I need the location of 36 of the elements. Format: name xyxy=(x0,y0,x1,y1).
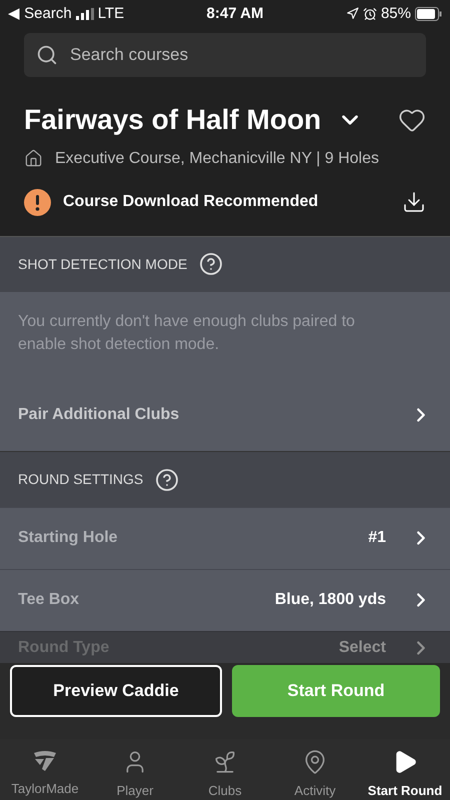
alarm-icon xyxy=(362,6,377,21)
signal-icon xyxy=(76,8,94,20)
setting-value: Blue, 1800 yds xyxy=(274,590,386,610)
tab-item[interactable]: TaylorMade xyxy=(0,738,90,800)
warning-icon xyxy=(24,188,51,216)
battery-label: 85% xyxy=(380,4,411,24)
download-icon[interactable] xyxy=(402,190,426,214)
tab-item[interactable]: Player xyxy=(90,738,180,800)
back-link[interactable]: ◀ Search xyxy=(8,2,72,26)
section-header: SHOT DETECTION MODE xyxy=(18,254,188,274)
network-label: LTE xyxy=(98,4,124,24)
home-icon xyxy=(24,149,43,168)
search-icon xyxy=(36,44,58,66)
tab-item[interactable]: Clubs xyxy=(180,738,270,800)
search-input[interactable]: Search courses xyxy=(70,42,414,68)
logo-icon xyxy=(32,748,58,772)
pair-clubs-row[interactable]: Pair Additional Clubs xyxy=(18,403,432,428)
tab-item[interactable]: Activity xyxy=(270,738,360,800)
tab-item[interactable]: Start Round xyxy=(360,738,450,800)
setting-row[interactable]: Starting Hole #1 xyxy=(0,507,450,569)
clock: 8:47 AM xyxy=(206,4,264,24)
setting-value: #1 xyxy=(368,528,386,548)
download-message: Course Download Recommended xyxy=(63,192,318,212)
setting-row[interactable]: Tee Box Blue, 1800 yds xyxy=(0,568,450,631)
preview-button[interactable]: Preview Caddie xyxy=(10,664,222,716)
course-title: Fairways of Half Moon xyxy=(24,102,322,137)
search-field[interactable]: Search courses xyxy=(24,32,426,77)
course-details: Executive Course, Mechanicville NY | 9 Holes xyxy=(55,148,379,169)
setting-value: Select xyxy=(338,638,386,658)
location-icon xyxy=(346,7,359,20)
battery-icon xyxy=(414,6,442,21)
help-icon[interactable] xyxy=(199,252,224,276)
start-round-button[interactable]: Start Round xyxy=(232,664,440,716)
section-header: ROUND SETTINGS xyxy=(18,470,144,490)
help-icon[interactable] xyxy=(155,468,180,492)
info-message: You currently don't have enough clubs paired to enable shot detection mode. xyxy=(18,312,356,355)
